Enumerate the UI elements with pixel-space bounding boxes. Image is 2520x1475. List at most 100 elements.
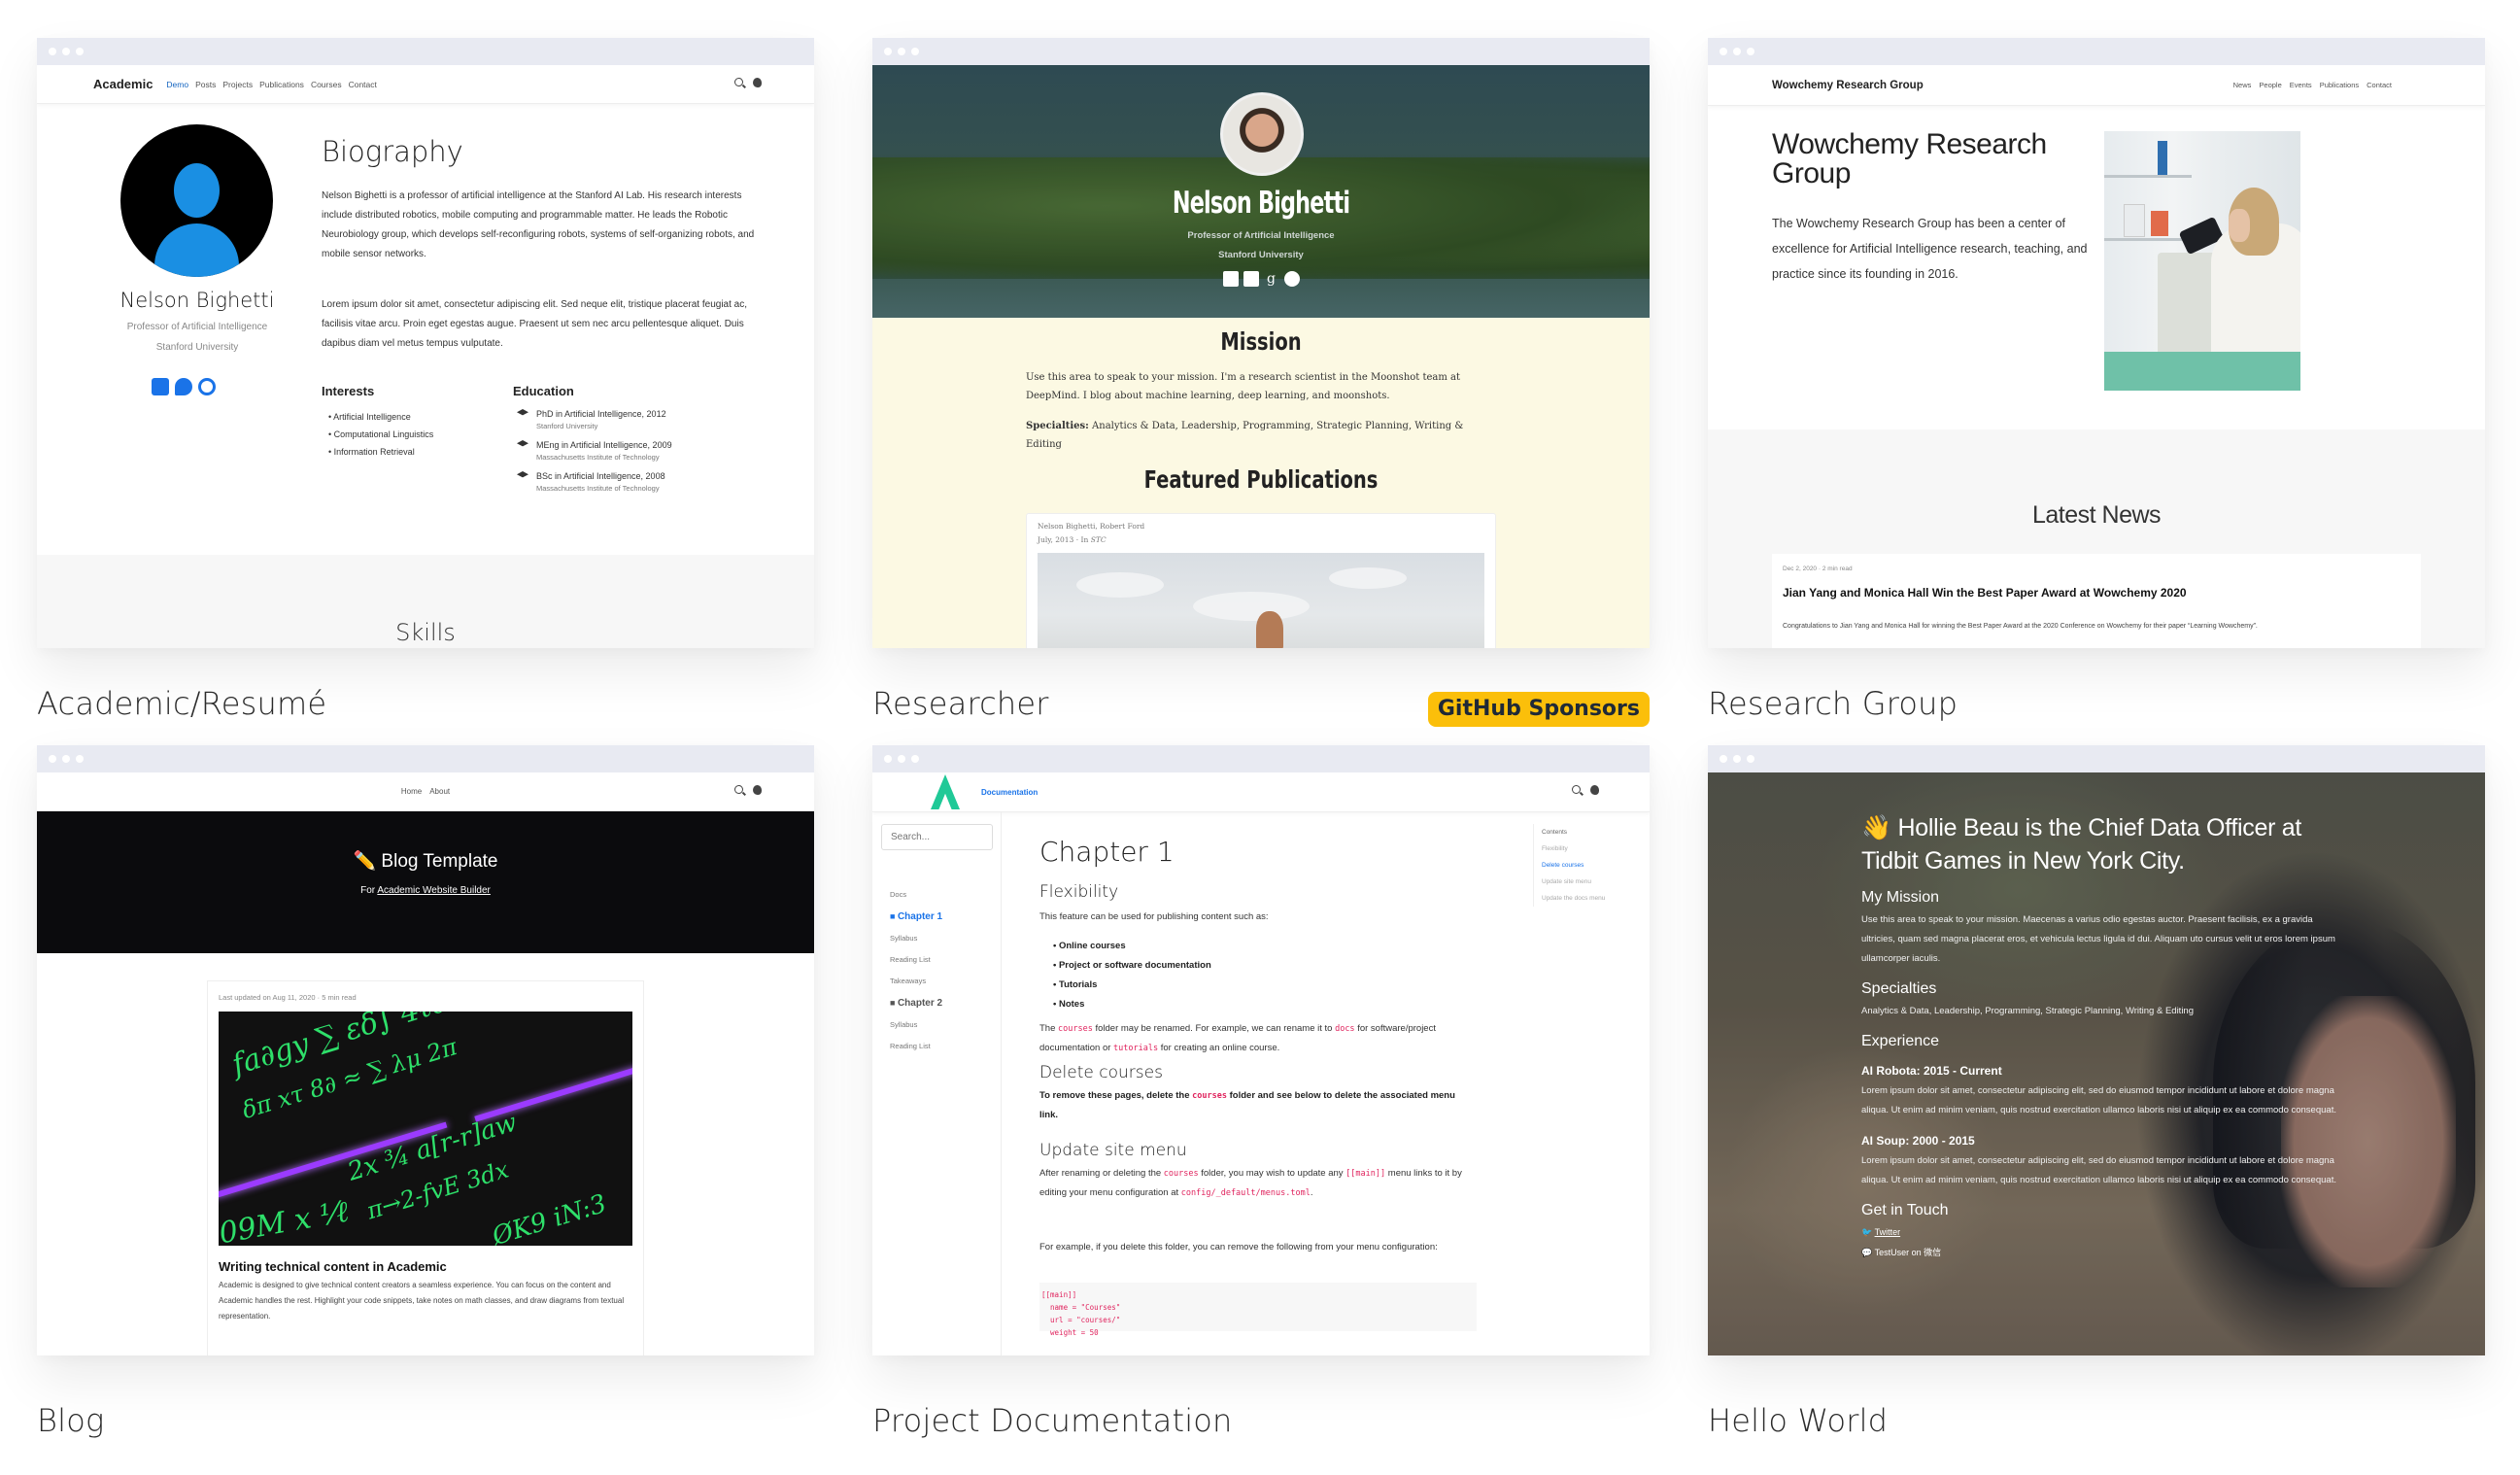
twitter-link[interactable]: 🐦 Twitter bbox=[1861, 1227, 2337, 1238]
nav-link-news[interactable]: News bbox=[2233, 81, 2252, 89]
docs-sidebar: Docs Chapter 1 Syllabus Reading List Tak… bbox=[872, 812, 1002, 1355]
toc-item-flexibility[interactable]: Flexibility bbox=[1542, 840, 1611, 857]
palette-icon[interactable] bbox=[753, 785, 762, 795]
section-heading: Delete courses bbox=[1039, 1063, 1163, 1082]
nav-link-posts[interactable]: Posts bbox=[195, 80, 216, 89]
nav-link-people[interactable]: People bbox=[2259, 81, 2281, 89]
profile-role: Professor of Artificial Intelligence bbox=[126, 322, 268, 332]
toc-item-update-site-menu[interactable]: Update site menu bbox=[1542, 874, 1611, 890]
sidebar-item-takeaways[interactable]: Takeaways bbox=[890, 971, 942, 992]
nav-link-projects[interactable]: Projects bbox=[222, 80, 253, 89]
preview-frame[interactable]: Nelson Bighetti Professor of Artificial … bbox=[872, 38, 1650, 648]
nav-link-about[interactable]: About bbox=[429, 787, 450, 796]
preview-frame[interactable]: Home About ✏️ Blog Template For Academic… bbox=[37, 745, 814, 1355]
nav-link-contact[interactable]: Contact bbox=[2367, 81, 2392, 89]
news-meta: Dec 2, 2020 · 2 min read bbox=[1783, 566, 1853, 572]
window-dot bbox=[1747, 48, 1754, 55]
interest-item: Information Retrieval bbox=[328, 443, 433, 461]
publication-card[interactable]: Nelson Bighetti, Robert Ford July, 2013 … bbox=[1026, 513, 1496, 648]
resume-content: 👋 Hollie Beau is the Chief Data Officer … bbox=[1861, 811, 2337, 1258]
preview-frame[interactable]: Wowchemy Research Group News People Even… bbox=[1708, 38, 2485, 648]
institution: Massachusetts Institute of Technology bbox=[536, 453, 660, 462]
template-title[interactable]: Hello World bbox=[1708, 1402, 1888, 1439]
interest-item: Artificial Intelligence bbox=[328, 408, 433, 426]
profile-photo bbox=[1220, 92, 1304, 176]
sidebar-item-syllabus[interactable]: Syllabus bbox=[890, 928, 942, 949]
palette-icon[interactable] bbox=[753, 78, 762, 87]
preview-frame[interactable]: Academic Demo Posts Projects Publication… bbox=[37, 38, 814, 648]
post-card[interactable]: Last updated on Aug 11, 2020 · 5 min rea… bbox=[207, 980, 644, 1355]
news-date: Dec 2, 2020 bbox=[1783, 566, 1818, 572]
template-title[interactable]: Blog bbox=[37, 1402, 104, 1439]
post-title[interactable]: Writing technical content in Academic bbox=[219, 1259, 447, 1274]
sidebar-item-chapter-1[interactable]: Chapter 1 bbox=[890, 906, 942, 928]
template-title[interactable]: Academic/Resumé bbox=[37, 685, 326, 722]
academic-website-builder-link[interactable]: Academic Website Builder bbox=[377, 885, 491, 896]
window-dot bbox=[62, 755, 70, 763]
window-dot bbox=[1733, 48, 1741, 55]
github-icon[interactable] bbox=[198, 378, 216, 395]
sidebar-item-syllabus[interactable]: Syllabus bbox=[890, 1014, 942, 1036]
toc-item-delete-courses[interactable]: Delete courses bbox=[1542, 857, 1611, 874]
window-dot bbox=[62, 48, 70, 55]
preview-frame[interactable]: 👋 Hollie Beau is the Chief Data Officer … bbox=[1708, 745, 2485, 1355]
template-title[interactable]: Researcher bbox=[872, 685, 1049, 722]
nav-link-publications[interactable]: Publications bbox=[259, 80, 304, 89]
template-title[interactable]: Project Documentation bbox=[872, 1402, 1233, 1439]
text: The bbox=[1039, 1023, 1059, 1034]
nav-link-courses[interactable]: Courses bbox=[311, 80, 342, 89]
profile-name: Nelson Bighetti bbox=[119, 289, 275, 312]
sidebar-item-reading-list[interactable]: Reading List bbox=[890, 1036, 942, 1057]
window-dot bbox=[1733, 755, 1741, 763]
docs-search-input[interactable] bbox=[881, 824, 993, 850]
search-icon[interactable] bbox=[1572, 785, 1581, 794]
list-item: Online courses bbox=[1053, 937, 1211, 956]
sidebar-section-docs[interactable]: Docs bbox=[890, 884, 942, 906]
github-sponsors-badge[interactable]: GitHub Sponsors bbox=[1427, 692, 1650, 727]
read-time: 2 min read bbox=[1822, 566, 1853, 572]
site-logo-icon[interactable] bbox=[931, 774, 960, 809]
education-item: PhD in Artificial Intelligence, 2012 Stan… bbox=[517, 407, 672, 432]
email-icon[interactable] bbox=[152, 378, 169, 395]
wechat-icon: 💬 bbox=[1861, 1248, 1873, 1257]
email-icon[interactable] bbox=[1222, 271, 1239, 287]
specialties-value: Analytics & Data, Leadership, Programmin… bbox=[1026, 421, 1464, 450]
social-links: g bbox=[872, 271, 1650, 287]
preview-frame[interactable]: Documentation Docs Chapter 1 Syllabus Re… bbox=[872, 745, 1650, 1355]
page-title: Chapter 1 bbox=[1039, 836, 1175, 868]
nav-link-home[interactable]: Home bbox=[401, 787, 422, 796]
search-icon[interactable] bbox=[734, 785, 743, 794]
news-title[interactable]: Jian Yang and Monica Hall Win the Best P… bbox=[1783, 586, 2187, 600]
news-card[interactable]: Dec 2, 2020 · 2 min read Jian Yang and M… bbox=[1772, 554, 2421, 648]
template-title[interactable]: Research Group bbox=[1708, 685, 1958, 722]
avatar bbox=[120, 124, 273, 277]
window-dot bbox=[76, 755, 84, 763]
graduation-cap-icon bbox=[517, 409, 528, 416]
hero-title: 👋 Hollie Beau is the Chief Data Officer … bbox=[1861, 814, 2302, 875]
twitter-icon[interactable] bbox=[1243, 271, 1259, 287]
github-icon[interactable] bbox=[1283, 271, 1300, 287]
site-brand[interactable]: Academic bbox=[93, 77, 153, 91]
degree: BSc in Artificial Intelligence, 2008 bbox=[536, 471, 665, 481]
nav-link-events[interactable]: Events bbox=[2290, 81, 2312, 89]
nav-link-contact[interactable]: Contact bbox=[349, 80, 377, 89]
site-brand[interactable]: Wowchemy Research Group bbox=[1772, 80, 1924, 91]
google-scholar-icon[interactable]: g bbox=[1264, 271, 1279, 287]
feature-list: Online courses Project or software docum… bbox=[1053, 937, 1211, 1014]
nav-link-publications[interactable]: Publications bbox=[2320, 81, 2359, 89]
contact-heading: Get in Touch bbox=[1861, 1202, 1949, 1218]
nav-link-demo[interactable]: Demo bbox=[166, 80, 188, 89]
palette-icon[interactable] bbox=[1590, 785, 1599, 795]
list-item: Tutorials bbox=[1053, 976, 1211, 995]
publication-venue: STC bbox=[1090, 535, 1107, 544]
twitter-icon[interactable] bbox=[175, 378, 192, 395]
sidebar-item-chapter-2[interactable]: Chapter 2 bbox=[890, 992, 942, 1014]
nav-link-documentation[interactable]: Documentation bbox=[981, 788, 1038, 797]
twitter-label[interactable]: Twitter bbox=[1875, 1227, 1901, 1237]
graduation-cap-icon bbox=[517, 440, 528, 447]
degree: PhD in Artificial Intelligence, 2012 bbox=[536, 409, 666, 419]
experience-role: AI Robota: 2015 - Current bbox=[1861, 1064, 2002, 1078]
sidebar-item-reading-list[interactable]: Reading List bbox=[890, 949, 942, 971]
search-icon[interactable] bbox=[734, 78, 743, 86]
toc-item-update-docs-menu[interactable]: Update the docs menu bbox=[1542, 890, 1611, 907]
